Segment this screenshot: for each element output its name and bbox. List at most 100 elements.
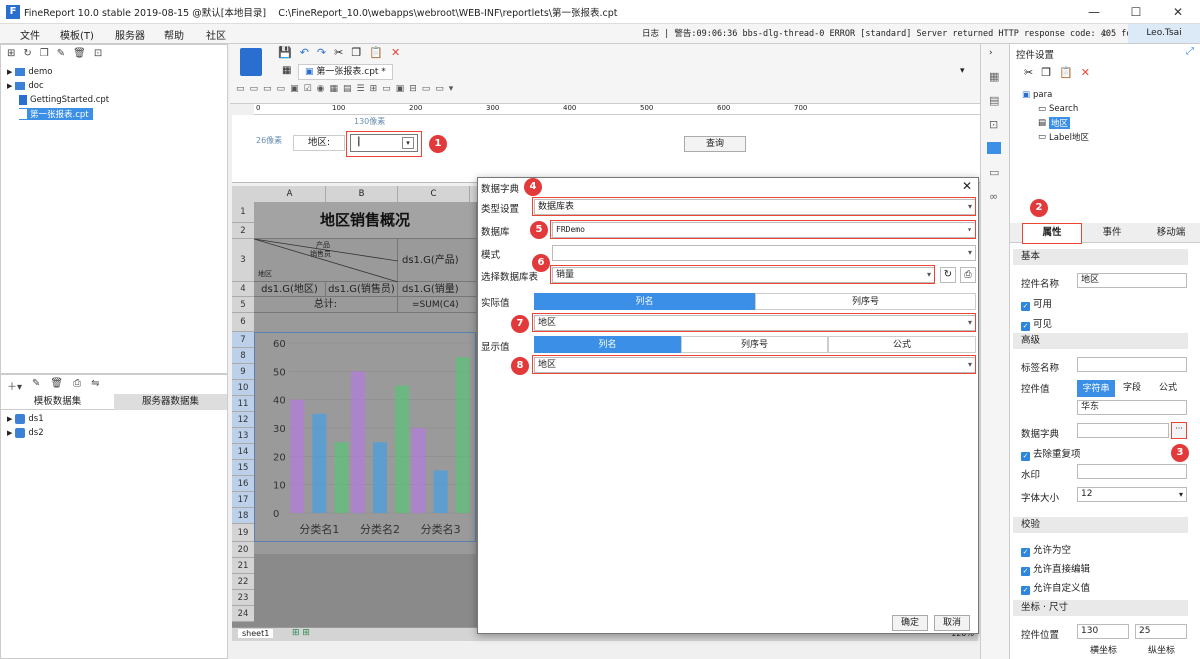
- tree-item-first-report[interactable]: 第一张报表.cpt: [19, 108, 93, 120]
- widget-extra-icon[interactable]: ▾: [449, 84, 454, 94]
- cell-c4[interactable]: ds1.G(销量): [398, 282, 476, 297]
- delete-icon[interactable]: 🗑: [73, 48, 86, 59]
- position-x-input[interactable]: 130: [1077, 624, 1129, 639]
- cell-total-label[interactable]: 总计:: [254, 297, 398, 313]
- maximize-button[interactable]: ☐: [1115, 0, 1157, 24]
- widget-button-icon[interactable]: ▣: [290, 84, 299, 94]
- allow-empty-checkbox[interactable]: ✓ 允许为空: [1021, 542, 1071, 557]
- row-header[interactable]: 13: [232, 428, 254, 444]
- tab-template-datasets[interactable]: 模板数据集: [1, 394, 114, 410]
- report-title-cell[interactable]: 地区销售概况: [254, 202, 476, 239]
- row-header[interactable]: 1: [232, 202, 254, 223]
- allow-edit-checkbox[interactable]: ✓ 允许直接编辑: [1021, 561, 1090, 576]
- row-header[interactable]: 23: [232, 590, 254, 606]
- row-header[interactable]: 9: [232, 364, 254, 380]
- dataset-ds2[interactable]: ▶ ds2: [7, 428, 44, 438]
- collapse-icon[interactable]: ›: [989, 48, 993, 58]
- rename-icon[interactable]: ✎: [57, 48, 65, 59]
- ok-button[interactable]: 确定: [892, 615, 928, 631]
- widget-settings-icon[interactable]: [987, 142, 1001, 154]
- tree-item-gettingstarted[interactable]: GettingStarted.cpt: [19, 95, 109, 105]
- allow-custom-checkbox[interactable]: ✓ 允许自定义值: [1021, 580, 1090, 595]
- value-tab-formula[interactable]: 公式: [1149, 380, 1187, 397]
- row-header[interactable]: 18: [232, 508, 254, 524]
- row-header[interactable]: 7: [232, 332, 254, 348]
- widget-number-icon[interactable]: ▭: [263, 84, 272, 94]
- add-dataset-icon[interactable]: ＋▾: [7, 378, 22, 393]
- tab-mobile[interactable]: 移动端: [1142, 223, 1200, 243]
- chart-area[interactable]: 0 10 20 30 40 50 60 分类名1 分类名2 分类名3: [254, 332, 476, 542]
- save-icon[interactable]: 💾: [278, 46, 292, 59]
- menu-help[interactable]: 帮助: [164, 27, 184, 42]
- widget-tree-para[interactable]: ▣ para: [1022, 90, 1052, 100]
- resize-icon[interactable]: ⊡: [989, 118, 998, 131]
- cell-a4[interactable]: ds1.G(地区): [254, 282, 326, 297]
- preview-icon[interactable]: ⎙: [73, 378, 81, 393]
- font-size-select[interactable]: 12 ▾: [1077, 487, 1187, 502]
- paste-icon[interactable]: 📋: [369, 46, 383, 59]
- column-header[interactable]: A: [254, 186, 326, 202]
- section-advanced[interactable]: 高级: [1013, 333, 1188, 349]
- widget-tree-search[interactable]: ▭ Search: [1038, 104, 1078, 114]
- widget-text-icon[interactable]: ▭: [236, 84, 245, 94]
- widget-label-icon[interactable]: ▭: [382, 84, 391, 94]
- widget-radio-icon[interactable]: ◉: [317, 84, 325, 94]
- mode-select[interactable]: ▾: [552, 245, 976, 261]
- widget-tree-icon[interactable]: ⊞: [370, 84, 378, 94]
- cell-element-icon[interactable]: ▭: [989, 166, 999, 179]
- refresh-icon[interactable]: ↻: [23, 48, 31, 59]
- layout-icon[interactable]: ▦: [989, 70, 999, 83]
- widget-value-input[interactable]: 华东: [1077, 400, 1187, 415]
- document-tab[interactable]: ▣ 第一张报表.cpt *: [298, 64, 393, 80]
- row-header[interactable]: 10: [232, 380, 254, 396]
- column-header[interactable]: C: [398, 186, 470, 202]
- edit-icon[interactable]: ✎: [32, 378, 40, 393]
- row-header[interactable]: 15: [232, 460, 254, 476]
- widget-password-icon[interactable]: ▭: [277, 84, 286, 94]
- row-header[interactable]: 21: [232, 558, 254, 574]
- section-position-size[interactable]: 坐标 · 尺寸: [1013, 600, 1188, 616]
- copy-icon[interactable]: ❐: [40, 48, 49, 59]
- tab-properties[interactable]: 属性: [1022, 223, 1082, 244]
- pin-icon[interactable]: ⤢: [1186, 46, 1194, 57]
- widget-checkbox-icon[interactable]: ☑: [304, 84, 312, 94]
- tab-server-datasets[interactable]: 服务器数据集: [114, 394, 227, 410]
- row-header[interactable]: 22: [232, 574, 254, 590]
- user-name[interactable]: Leo.Tsai: [1128, 24, 1200, 43]
- undo-icon[interactable]: ↶: [300, 46, 309, 59]
- row-header[interactable]: 24: [232, 606, 254, 622]
- section-validation[interactable]: 校验: [1013, 517, 1188, 533]
- delete-x-icon[interactable]: ✕: [391, 46, 400, 59]
- properties-icon[interactable]: ▤: [989, 94, 999, 107]
- widget-name-input[interactable]: 地区: [1077, 273, 1187, 288]
- copy-icon[interactable]: ❐: [1041, 66, 1051, 79]
- column-header[interactable]: B: [326, 186, 398, 202]
- dictionary-edit-button[interactable]: ···: [1171, 422, 1187, 439]
- value-tab-string[interactable]: 字符串: [1077, 380, 1115, 397]
- section-basic[interactable]: 基本: [1013, 249, 1188, 265]
- enabled-checkbox[interactable]: ✓ 可用: [1021, 296, 1052, 311]
- delete-x-icon[interactable]: ✕: [1081, 66, 1090, 79]
- widget-tree-label-region[interactable]: ▭ Label地区: [1038, 131, 1089, 143]
- query-button[interactable]: 查询: [684, 136, 746, 152]
- widget-file-icon[interactable]: ▣: [396, 84, 405, 94]
- add-sheet-icon[interactable]: ⊞ ⊞: [292, 628, 310, 638]
- actual-tab-column-name[interactable]: 列名: [534, 293, 755, 310]
- row-header[interactable]: 19: [232, 524, 254, 542]
- close-icon[interactable]: ✕: [962, 179, 972, 193]
- row-header[interactable]: 14: [232, 444, 254, 460]
- copy-icon[interactable]: ❐: [351, 46, 361, 59]
- display-tab-column-name[interactable]: 列名: [534, 336, 681, 353]
- hyperlink-icon[interactable]: ∞: [989, 190, 998, 203]
- row-header[interactable]: 3: [232, 239, 254, 282]
- row-header[interactable]: 16: [232, 476, 254, 492]
- slash-header-cell[interactable]: 产品 销售员 地区: [254, 239, 398, 282]
- tree-item-doc[interactable]: ▶ doc: [7, 81, 44, 91]
- menu-file[interactable]: 文件: [20, 27, 40, 42]
- cell-total-formula[interactable]: =SUM(C4): [398, 297, 476, 313]
- display-tab-formula[interactable]: 公式: [828, 336, 976, 353]
- widget-textarea-icon[interactable]: ▭: [250, 84, 259, 94]
- dedupe-checkbox[interactable]: ✓ 去除重复项: [1021, 446, 1081, 461]
- cancel-button[interactable]: 取消: [934, 615, 970, 631]
- widget-list-icon[interactable]: ☰: [357, 84, 365, 94]
